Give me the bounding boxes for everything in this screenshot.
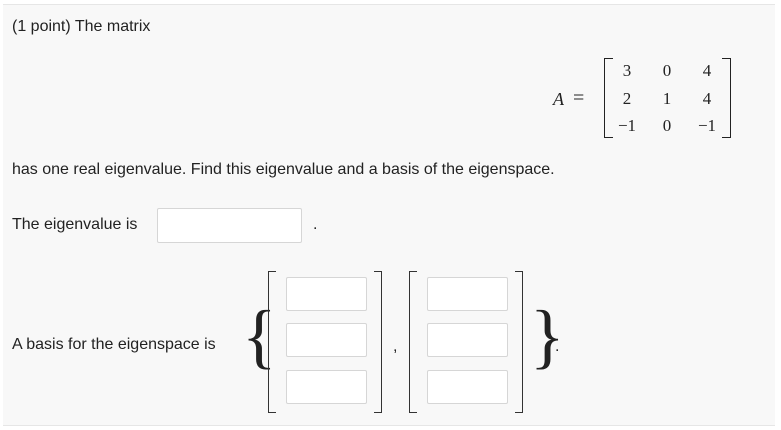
matrix-cell-r1c2: 0 xyxy=(662,61,672,80)
basis-period: . xyxy=(555,338,560,355)
vector1-entry1-input[interactable] xyxy=(286,277,367,311)
matrix-right-bracket xyxy=(722,58,731,138)
vector1-right-bracket xyxy=(374,271,382,413)
matrix-cell-r1c3: 4 xyxy=(702,61,712,80)
vector2-left-bracket xyxy=(409,271,417,413)
equals-sign: = xyxy=(573,87,585,109)
problem-intro: (1 point) The matrix xyxy=(12,18,151,35)
eigenvalue-input[interactable] xyxy=(157,208,302,243)
vector1-left-bracket xyxy=(268,271,276,413)
problem-statement: has one real eigenvalue. Find this eigen… xyxy=(12,161,555,178)
matrix-cell-r1c1: 3 xyxy=(622,61,632,80)
matrix-cell-r3c2: 0 xyxy=(662,116,672,135)
eigenvalue-label: The eigenvalue is xyxy=(12,216,138,233)
matrix-cell-r2c3: 4 xyxy=(702,89,712,108)
basis-close-brace: } xyxy=(530,296,565,376)
matrix-cell-r2c1: 2 xyxy=(622,89,632,108)
basis-label: A basis for the eigenspace is xyxy=(12,336,216,353)
matrix-cell-r2c2: 1 xyxy=(662,89,672,108)
vector2-entry3-input[interactable] xyxy=(427,370,508,404)
matrix-cell-r3c3: −1 xyxy=(697,116,717,135)
vector2-right-bracket xyxy=(515,271,523,413)
matrix-cell-r3c1: −1 xyxy=(617,116,637,135)
vector1-entry3-input[interactable] xyxy=(286,370,367,404)
matrix-label: A xyxy=(553,89,564,109)
vector2-entry1-input[interactable] xyxy=(427,277,508,311)
vector2-entry2-input[interactable] xyxy=(427,323,508,357)
basis-separator: , xyxy=(393,338,398,355)
eigenvalue-period: . xyxy=(313,216,318,233)
vector1-entry2-input[interactable] xyxy=(286,323,367,357)
